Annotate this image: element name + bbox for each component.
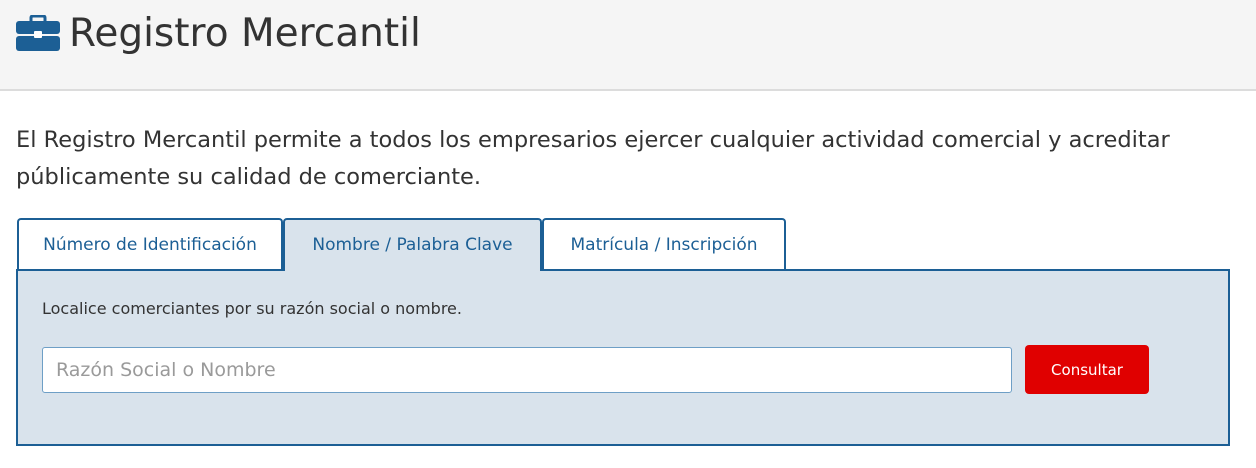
tab-matricula-inscripcion[interactable]: Matrícula / Inscripción [542,218,786,270]
tab-numero-identificacion[interactable]: Número de Identificación [17,218,283,270]
panel-description: Localice comerciantes por su razón socia… [42,299,462,318]
briefcase-icon [16,15,60,51]
search-input[interactable] [42,347,1012,393]
consultar-button[interactable]: Consultar [1025,345,1149,394]
intro-text: El Registro Mercantil permite a todos lo… [16,127,1170,190]
page-title: Registro Mercantil [69,11,421,56]
page-header: Registro Mercantil [0,0,1256,91]
search-panel: Localice comerciantes por su razón socia… [16,269,1230,446]
tab-nombre-palabra-clave[interactable]: Nombre / Palabra Clave [283,218,542,271]
